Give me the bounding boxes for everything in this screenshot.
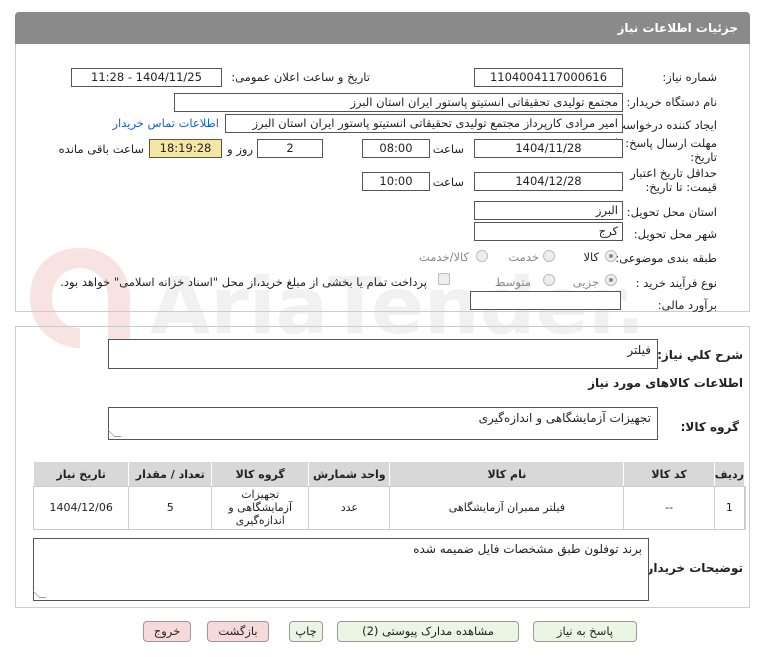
- cell-date: 1404/12/06: [32, 486, 130, 529]
- deadline-time-label: ساعت: [432, 142, 464, 156]
- resize-grip-icon[interactable]: [32, 591, 47, 598]
- reply-button[interactable]: پاسخ به نیاز: [533, 621, 637, 642]
- summary-text: فیلتر: [627, 343, 651, 357]
- need-number-label: شماره نیاز:: [662, 70, 717, 84]
- page-header: جزئیات اطلاعات نیاز: [15, 12, 750, 44]
- process-option-minor: جزیی: [572, 275, 599, 289]
- city-label: شهر محل تحویل:: [633, 227, 717, 241]
- print-button[interactable]: چاپ: [289, 621, 323, 642]
- category-label: طبقه بندی موضوعی:: [615, 251, 717, 265]
- cell-name: فیلتر ممبران آزمایشگاهی: [389, 486, 625, 529]
- exit-button[interactable]: خروج: [143, 621, 191, 642]
- cell-group: تجهیزات آزمایشگاهی و اندازه‌گیری: [211, 486, 310, 529]
- category-option-service: خدمت: [508, 250, 539, 264]
- col-group: گروه کالا: [211, 461, 310, 487]
- requester-label: ایجاد کننده درخواست:: [611, 118, 717, 132]
- process-radio-medium[interactable]: [543, 274, 555, 286]
- process-label: نوع فرآیند خرید :: [635, 276, 717, 290]
- buyer-org-field: مجتمع تولیدی تحقیقاتی انستیتو پاستور ایر…: [174, 93, 623, 112]
- requester-field: امیر مرادی کارپرداز مجتمع تولیدی تحقیقات…: [225, 114, 623, 133]
- cell-unit: عدد: [308, 486, 391, 529]
- estimate-field[interactable]: [470, 291, 621, 310]
- page-title: جزئیات اطلاعات نیاز: [617, 21, 738, 35]
- goods-group-text: تجهیزات آزمایشگاهی و اندازه‌گیری: [478, 411, 651, 425]
- view-attachments-button[interactable]: مشاهده مدارک پیوستی (2): [337, 621, 519, 642]
- process-option-medium: متوسط: [494, 275, 531, 289]
- validity-time-field: 10:00: [362, 172, 430, 191]
- col-name: نام کالا: [389, 461, 625, 487]
- category-radio-both[interactable]: [476, 250, 488, 262]
- city-field: کرج: [474, 222, 623, 241]
- estimate-label: برآورد مالی:: [657, 298, 717, 312]
- process-radio-minor[interactable]: [605, 274, 617, 286]
- notes-text: برند توفلون طبق مشخصات فایل ضمیمه شده: [413, 542, 642, 556]
- buyer-contact-link[interactable]: اطلاعات تماس خریدار: [112, 116, 219, 130]
- treasury-note: پرداخت تمام یا بخشی از مبلغ خرید،از محل …: [60, 275, 427, 289]
- validity-time-label: ساعت: [432, 175, 464, 189]
- announce-date-label: تاریخ و ساعت اعلان عمومی:: [231, 70, 370, 84]
- category-option-both: کالا/خدمت: [418, 250, 469, 264]
- table-row: 1 -- فیلتر ممبران آزمایشگاهی عدد تجهیزات…: [32, 485, 746, 530]
- col-row: ردیف: [713, 461, 746, 487]
- goods-group-field: تجهیزات آزمایشگاهی و اندازه‌گیری: [107, 407, 658, 440]
- goods-info-heading: اطلاعات کالاهای مورد نیاز: [588, 376, 743, 390]
- back-button[interactable]: بازگشت: [207, 621, 269, 642]
- notes-label: توضیحات خریدار:: [641, 561, 743, 575]
- category-radio-goods[interactable]: [605, 250, 617, 262]
- province-field: البرز: [474, 201, 623, 220]
- goods-table-header: ردیف کد کالا نام کالا واحد شمارش گروه کا…: [32, 461, 746, 487]
- cell-row: 1: [713, 486, 746, 529]
- col-qty: تعداد / مقدار: [128, 461, 213, 487]
- need-details-window: AriaTender.neT جزئیات اطلاعات نیاز شماره…: [0, 0, 761, 657]
- summary-field: فیلتر: [108, 339, 658, 369]
- buyer-org-label: نام دستگاه خریدار:: [626, 95, 717, 109]
- days-field: 2: [257, 139, 323, 158]
- province-label: استان محل تحویل:: [626, 205, 717, 219]
- validity-label: حداقل تاریخ اعتبار: [630, 166, 717, 180]
- deadline-label: مهلت ارسال پاسخ: تا: [614, 136, 717, 150]
- notes-field: برند توفلون طبق مشخصات فایل ضمیمه شده: [32, 538, 649, 601]
- deadline-time-field: 08:00: [362, 139, 430, 158]
- col-unit: واحد شمارش: [308, 461, 391, 487]
- col-date: تاریخ نیاز: [32, 461, 130, 487]
- announce-date-field: 1404/11/25 - 11:28: [71, 68, 222, 87]
- need-number-field: 1104004117000616: [474, 68, 623, 87]
- remaining-time-label: ساعت باقی مانده: [58, 142, 144, 156]
- validity-date-field: 1404/12/28: [474, 172, 623, 191]
- goods-table: ردیف کد کالا نام کالا واحد شمارش گروه کا…: [32, 461, 746, 530]
- cell-code: --: [623, 486, 715, 529]
- treasury-checkbox[interactable]: [438, 273, 450, 285]
- category-option-goods: کالا: [583, 250, 599, 264]
- deadline-date-field: 1404/11/28: [474, 139, 623, 158]
- goods-group-label: گروه کالا:: [680, 420, 739, 434]
- validity-label-2: قیمت: تا تاریخ:: [645, 180, 717, 194]
- remaining-time-field: 18:19:28: [149, 139, 222, 158]
- days-label: روز و: [227, 142, 253, 156]
- category-radio-service[interactable]: [543, 250, 555, 262]
- col-code: کد کالا: [623, 461, 715, 487]
- cell-qty: 5: [128, 486, 213, 529]
- summary-label: شرح کلي نياز:: [657, 348, 743, 362]
- resize-grip-icon[interactable]: [107, 430, 122, 437]
- deadline-label-2: تاریخ:: [690, 150, 717, 164]
